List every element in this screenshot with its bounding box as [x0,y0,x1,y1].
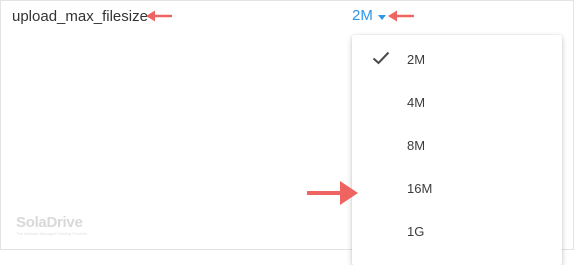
screenshot-frame: upload_max_filesize 2M 2M 4M 8M 16M 1G S… [0,0,574,265]
setting-name-label: upload_max_filesize [12,8,148,25]
checkmark-icon [372,51,390,65]
annotation-arrow-right-icon [307,181,358,205]
option-1g[interactable]: 1G [352,211,562,251]
option-16m[interactable]: 16M [352,168,562,208]
caret-down-icon [377,14,386,20]
option-2m[interactable]: 2M [352,39,562,79]
filesize-select[interactable]: 2M [352,7,386,25]
option-label: 8M [407,138,426,153]
option-label: 1G [407,224,425,239]
watermark-tagline: The Ultimate Managed Hosting Provider [16,231,88,236]
select-value: 2M [352,7,373,24]
watermark-brand: SolaDrive [16,214,83,231]
soladrive-watermark: SolaDrive The Ultimate Managed Hosting P… [16,215,87,236]
option-label: 2M [407,52,426,67]
option-label: 4M [407,95,426,110]
option-8m[interactable]: 8M [352,125,562,165]
annotation-arrow-left-icon [146,10,172,22]
filesize-dropdown-menu: 2M 4M 8M 16M 1G [352,35,562,265]
option-4m[interactable]: 4M [352,82,562,122]
option-label: 16M [407,181,433,196]
annotation-arrow-left-icon [388,10,414,22]
